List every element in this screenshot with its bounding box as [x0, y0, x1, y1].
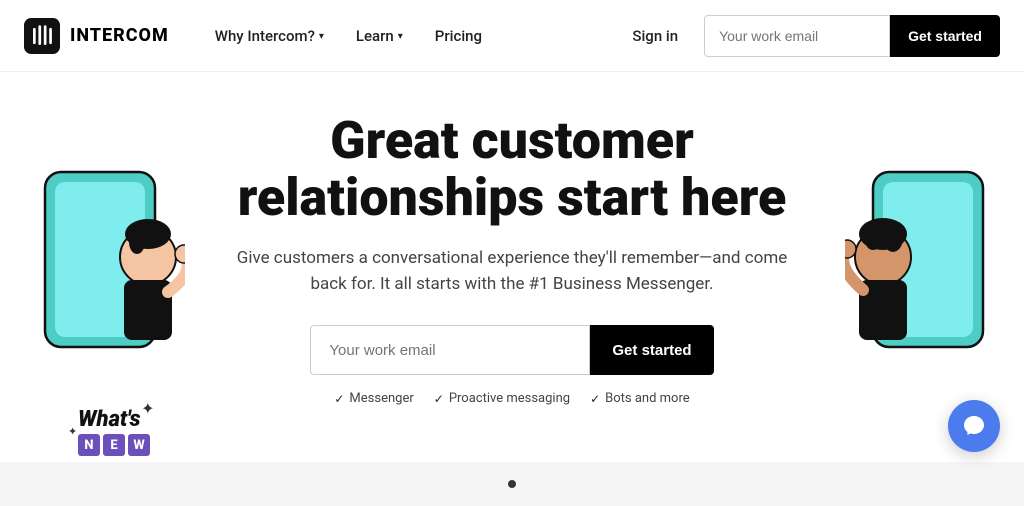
checkmark-icon: ✓: [590, 392, 600, 406]
hero-section: Great customer relationships start here …: [0, 72, 1024, 506]
check-bots: ✓ Bots and more: [590, 391, 690, 406]
navbar: INTERCOM Why Intercom? ▾ Learn ▾ Pricing…: [0, 0, 1024, 72]
nav-email-form: Get started: [704, 15, 1000, 57]
new-letters: N E W: [78, 434, 150, 456]
logo-text: INTERCOM: [70, 25, 169, 46]
new-letter-w: W: [128, 434, 150, 456]
chevron-down-icon: ▾: [398, 31, 403, 42]
nav-learn[interactable]: Learn ▾: [342, 19, 417, 53]
carousel-dot-active[interactable]: [508, 480, 516, 488]
chat-widget-button[interactable]: [948, 400, 1000, 452]
hero-email-form: Get started: [310, 325, 713, 375]
nav-get-started-button[interactable]: Get started: [890, 15, 1000, 57]
nav-pricing[interactable]: Pricing: [421, 19, 496, 53]
intercom-logo-icon: [24, 18, 60, 54]
hero-subtitle: Give customers a conversational experien…: [232, 246, 792, 297]
checkmark-icon: ✓: [334, 392, 344, 406]
whats-new-badge[interactable]: What's ✦ ✦ N E W: [78, 407, 150, 456]
hero-title: Great customer relationships start here: [238, 112, 787, 226]
nav-links: Why Intercom? ▾ Learn ▾ Pricing: [201, 19, 619, 53]
check-proactive-messaging: ✓ Proactive messaging: [434, 391, 570, 406]
nav-why-intercom[interactable]: Why Intercom? ▾: [201, 19, 338, 53]
nav-signin[interactable]: Sign in: [618, 19, 692, 53]
illustration-left: [30, 152, 185, 416]
hero-email-input[interactable]: [310, 325, 590, 375]
hero-get-started-button[interactable]: Get started: [590, 325, 713, 375]
whats-new-title: What's: [78, 407, 141, 432]
new-letter-e: E: [103, 434, 125, 456]
carousel-bar: [0, 462, 1024, 506]
chat-bubble-icon: [962, 414, 986, 438]
checkmark-icon: ✓: [434, 392, 444, 406]
nav-email-input[interactable]: [704, 15, 890, 57]
illustration-right: [845, 152, 1000, 416]
sparkle-right-icon: ✦: [68, 425, 77, 438]
sparkle-left-icon: ✦: [141, 399, 154, 418]
new-letter-n: N: [78, 434, 100, 456]
logo[interactable]: INTERCOM: [24, 18, 169, 54]
hero-feature-checks: ✓ Messenger ✓ Proactive messaging ✓ Bots…: [334, 391, 689, 406]
check-messenger: ✓ Messenger: [334, 391, 413, 406]
chevron-down-icon: ▾: [319, 31, 324, 42]
